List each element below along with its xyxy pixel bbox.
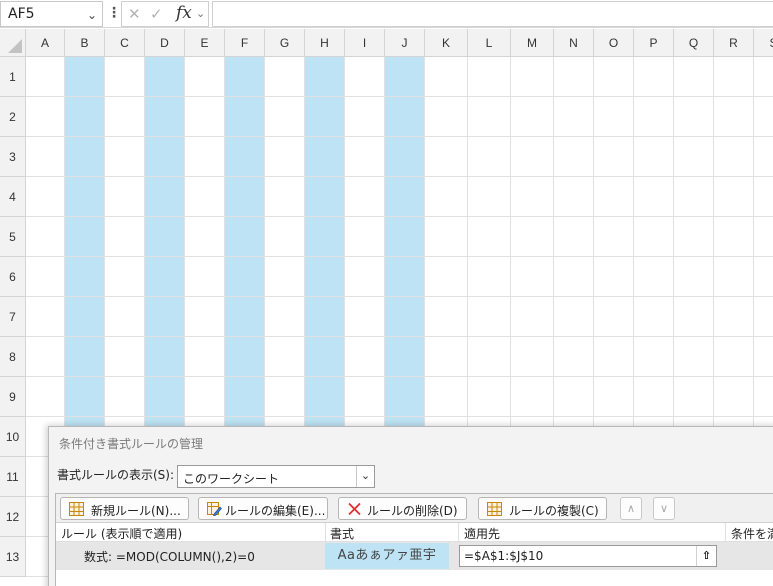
formula-bar-actions: ✕ ✓ fx ⌄ bbox=[121, 1, 209, 27]
header-format: 書式 bbox=[330, 527, 355, 541]
column-header-h[interactable]: H bbox=[305, 29, 345, 57]
rules-table-header: ルール (表示順で適用) 書式 適用先 条件を満 bbox=[56, 523, 773, 542]
applies-to-input[interactable]: =$A$1:$J$10 ⇧ bbox=[459, 545, 717, 567]
select-all-triangle-icon bbox=[8, 39, 22, 53]
column-header-c[interactable]: C bbox=[105, 29, 145, 57]
column-header-m[interactable]: M bbox=[511, 29, 554, 57]
show-rules-select[interactable]: このワークシート ⌄ bbox=[177, 465, 375, 488]
row-headers: 1 2 3 4 5 6 7 8 9 10 11 12 13 bbox=[0, 29, 26, 586]
gridline-horizontal bbox=[26, 216, 773, 217]
chevron-down-icon[interactable]: ⌄ bbox=[356, 466, 374, 487]
conditional-formatting-dialog: 条件付き書式ルールの管理 書式ルールの表示(S): このワークシート ⌄ 新規ル… bbox=[48, 426, 773, 586]
column-header-l[interactable]: L bbox=[468, 29, 511, 57]
row-header-13[interactable]: 13 bbox=[0, 537, 26, 577]
rule-description: 数式: =MOD(COLUMN(),2)=0 bbox=[84, 550, 255, 564]
edit-rule-button[interactable]: ルールの編集(E)... bbox=[198, 497, 328, 520]
delete-rule-button[interactable]: ルールの削除(D) bbox=[338, 497, 467, 520]
duplicate-rule-label: ルールの複製(C) bbox=[509, 504, 599, 518]
column-header-n[interactable]: N bbox=[554, 29, 594, 57]
delete-rule-label: ルールの削除(D) bbox=[367, 504, 458, 518]
formula-input[interactable] bbox=[212, 1, 773, 27]
row-header-12[interactable]: 12 bbox=[0, 497, 26, 537]
column-header-e[interactable]: E bbox=[185, 29, 225, 57]
header-stop-if-true: 条件を満 bbox=[731, 527, 773, 541]
collapse-dialog-icon[interactable]: ⇧ bbox=[696, 546, 716, 566]
duplicate-rule-button[interactable]: ルールの複製(C) bbox=[478, 497, 607, 520]
rule-format-preview: Aaあぁアァ亜宇 bbox=[325, 543, 449, 569]
name-box[interactable]: AF5 ⌄ bbox=[0, 1, 103, 27]
row-header-6[interactable]: 6 bbox=[0, 257, 26, 297]
column-header-f[interactable]: F bbox=[225, 29, 265, 57]
move-up-button[interactable]: ∧ bbox=[620, 497, 642, 520]
column-header-a[interactable]: A bbox=[26, 29, 65, 57]
column-header-b[interactable]: B bbox=[65, 29, 105, 57]
row-header-4[interactable]: 4 bbox=[0, 177, 26, 217]
insert-function-icon[interactable]: fx bbox=[176, 3, 192, 23]
row-header-10[interactable]: 10 bbox=[0, 417, 26, 457]
column-header-i[interactable]: I bbox=[345, 29, 385, 57]
row-header-8[interactable]: 8 bbox=[0, 337, 26, 377]
gridline-horizontal bbox=[26, 416, 773, 417]
gridline-horizontal bbox=[26, 296, 773, 297]
header-divider bbox=[458, 523, 459, 542]
show-rules-label: 書式ルールの表示(S): bbox=[57, 468, 175, 482]
gridline-horizontal bbox=[26, 176, 773, 177]
column-header-r[interactable]: R bbox=[714, 29, 754, 57]
row-header-3[interactable]: 3 bbox=[0, 137, 26, 177]
new-rule-button[interactable]: 新規ルール(N)... bbox=[60, 497, 189, 520]
row-header-2[interactable]: 2 bbox=[0, 97, 26, 137]
column-header-s[interactable]: S bbox=[754, 29, 773, 57]
chevron-down-icon[interactable]: ⌄ bbox=[87, 8, 97, 22]
select-all-button[interactable] bbox=[0, 29, 26, 57]
header-rule: ルール (表示順で適用) bbox=[61, 527, 183, 541]
chevron-down-icon[interactable]: ⌄ bbox=[196, 7, 205, 20]
dialog-title: 条件付き書式ルールの管理 bbox=[59, 437, 204, 451]
gridline-horizontal bbox=[26, 256, 773, 257]
applies-to-value: =$A$1:$J$10 bbox=[464, 549, 544, 563]
rules-panel: 新規ルール(N)... ルールの編集(E)... ルールの削除(D) ルールの複… bbox=[55, 493, 773, 586]
column-header-j[interactable]: J bbox=[385, 29, 425, 57]
row-header-11[interactable]: 11 bbox=[0, 457, 26, 497]
column-header-g[interactable]: G bbox=[265, 29, 305, 57]
edit-rule-label: ルールの編集(E)... bbox=[225, 504, 326, 518]
enter-check-icon[interactable]: ✓ bbox=[150, 5, 163, 23]
show-rules-value: このワークシート bbox=[183, 472, 280, 486]
row-header-7[interactable]: 7 bbox=[0, 297, 26, 337]
rule-row[interactable]: 数式: =MOD(COLUMN(),2)=0 Aaあぁアァ亜宇 =$A$1:$J… bbox=[56, 542, 773, 570]
row-header-9[interactable]: 9 bbox=[0, 377, 26, 417]
header-divider bbox=[725, 523, 726, 542]
new-rule-grid-icon bbox=[69, 502, 84, 516]
duplicate-grid-icon bbox=[487, 502, 502, 516]
header-divider bbox=[325, 523, 326, 542]
column-header-k[interactable]: K bbox=[425, 29, 468, 57]
cancel-icon[interactable]: ✕ bbox=[128, 5, 141, 23]
name-box-value: AF5 bbox=[8, 6, 35, 22]
column-header-o[interactable]: O bbox=[594, 29, 634, 57]
gridline-horizontal bbox=[26, 136, 773, 137]
new-rule-label: 新規ルール(N)... bbox=[91, 504, 181, 518]
gridline-horizontal bbox=[26, 336, 773, 337]
gridline-horizontal bbox=[26, 96, 773, 97]
column-header-p[interactable]: P bbox=[634, 29, 674, 57]
header-applies-to: 適用先 bbox=[464, 527, 501, 541]
row-header-1[interactable]: 1 bbox=[0, 57, 26, 97]
delete-x-icon bbox=[348, 502, 361, 516]
gridline-horizontal bbox=[26, 376, 773, 377]
edit-rule-icon bbox=[207, 502, 222, 516]
move-down-button[interactable]: ∨ bbox=[653, 497, 675, 520]
column-header-d[interactable]: D bbox=[145, 29, 185, 57]
rules-toolbar: 新規ルール(N)... ルールの編集(E)... ルールの削除(D) ルールの複… bbox=[56, 494, 773, 523]
column-headers: ABCDEFGHIJKLMNOPQRS bbox=[0, 29, 773, 57]
row-header-5[interactable]: 5 bbox=[0, 217, 26, 257]
formula-bar: AF5 ⌄ ⋮ ✕ ✓ fx ⌄ bbox=[0, 0, 773, 28]
more-options-icon[interactable]: ⋮ bbox=[107, 5, 121, 21]
column-header-q[interactable]: Q bbox=[674, 29, 714, 57]
